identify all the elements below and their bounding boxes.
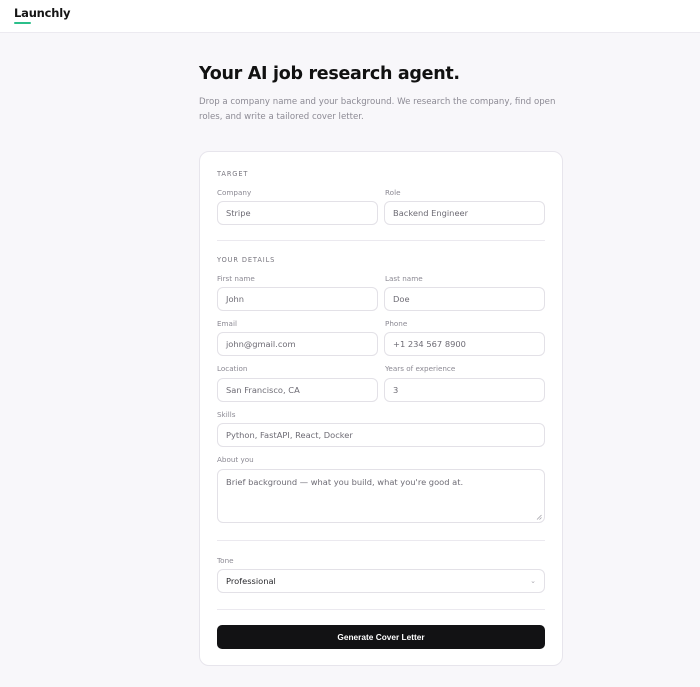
about-textarea[interactable]: Brief background — what you build, what … <box>217 469 545 523</box>
tone-select[interactable]: Professional ⌄ <box>217 569 545 593</box>
page-subtitle: Drop a company name and your background.… <box>199 97 556 122</box>
location-label: Location <box>217 364 248 373</box>
skills-label: Skills <box>217 410 236 419</box>
skills-input[interactable]: Python, FastAPI, React, Docker <box>217 423 545 447</box>
top-navbar: Launchly <box>0 0 700 33</box>
app-logo[interactable]: Launchly <box>14 6 71 20</box>
logo-accent-underline <box>14 22 31 24</box>
last-name-label: Last name <box>385 274 423 283</box>
location-input[interactable]: San Francisco, CA <box>217 378 378 402</box>
target-section-label: TARGET <box>217 170 249 178</box>
phone-label: Phone <box>385 319 408 328</box>
email-input[interactable]: john@gmail.com <box>217 332 378 356</box>
tone-selected-value: Professional <box>226 576 276 586</box>
company-input[interactable]: Stripe <box>217 201 378 225</box>
section-divider <box>217 609 545 610</box>
first-name-label: First name <box>217 274 255 283</box>
company-label: Company <box>217 188 252 197</box>
cover-letter-form: TARGET Company Stripe Role Backend Engin… <box>199 151 563 666</box>
years-experience-input[interactable]: 3 <box>384 378 545 402</box>
section-divider <box>217 240 545 241</box>
tone-label: Tone <box>217 556 234 565</box>
chevron-down-icon: ⌄ <box>530 577 536 585</box>
resize-grip-icon[interactable] <box>536 514 542 520</box>
years-experience-label: Years of experience <box>385 364 456 373</box>
role-input[interactable]: Backend Engineer <box>384 201 545 225</box>
about-label: About you <box>217 455 254 464</box>
first-name-input[interactable]: John <box>217 287 378 311</box>
details-section-label: YOUR DETAILS <box>217 256 276 264</box>
phone-input[interactable]: +1 234 567 8900 <box>384 332 545 356</box>
page-title: Your AI job research agent. <box>199 64 460 84</box>
role-label: Role <box>385 188 401 197</box>
about-placeholder: Brief background — what you build, what … <box>226 477 464 487</box>
email-label: Email <box>217 319 237 328</box>
section-divider <box>217 540 545 541</box>
generate-cover-letter-button[interactable]: Generate Cover Letter <box>217 625 545 649</box>
last-name-input[interactable]: Doe <box>384 287 545 311</box>
